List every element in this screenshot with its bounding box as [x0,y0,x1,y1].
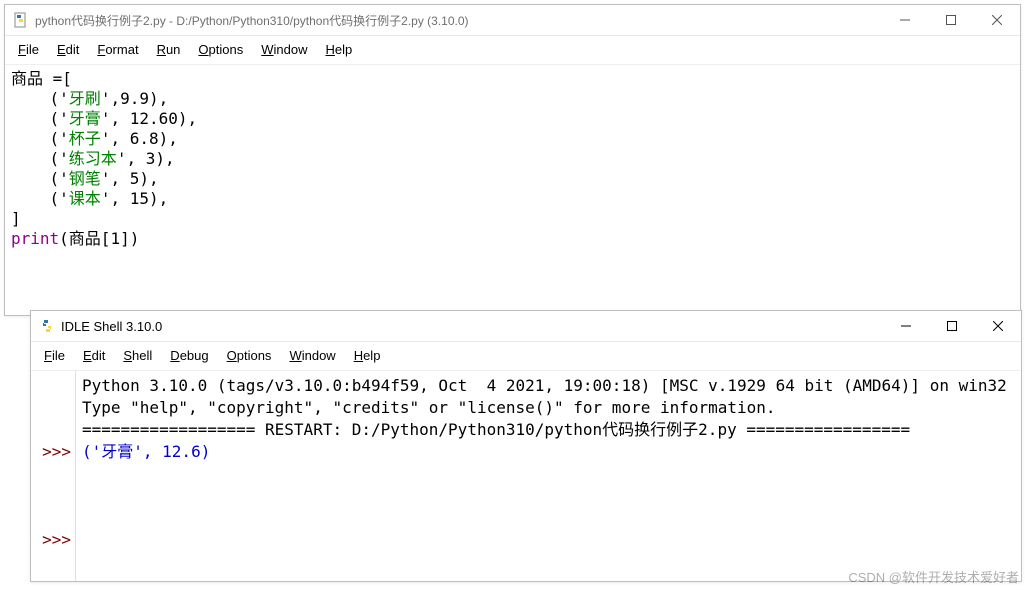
window-controls [882,5,1020,35]
menu-file[interactable]: File [35,346,74,365]
code-line: print(商品[1]) [11,229,139,248]
minimize-button[interactable] [882,5,928,35]
menu-shell[interactable]: Shell [114,346,161,365]
menu-window[interactable]: Window [280,346,344,365]
shell-text[interactable]: Python 3.10.0 (tags/v3.10.0:b494f59, Oct… [76,371,1021,581]
menu-options[interactable]: Options [218,346,281,365]
code-line: ('课本', 15), [11,189,168,208]
result-line: ('牙膏', 12.6) [82,442,210,461]
close-button[interactable] [975,311,1021,341]
editor-titlebar[interactable]: python代码换行例子2.py - D:/Python/Python310/p… [5,5,1020,36]
menu-edit[interactable]: Edit [74,346,114,365]
maximize-button[interactable] [929,311,975,341]
python-file-icon [13,12,29,28]
watermark: CSDN @软件开发技术爱好者 [848,567,1019,586]
code-line: 商品 =[ [11,69,72,88]
editor-menubar: File Edit Format Run Options Window Help [5,36,1020,65]
menu-options[interactable]: Options [189,40,252,59]
menu-help[interactable]: Help [345,346,390,365]
editor-window: python代码换行例子2.py - D:/Python/Python310/p… [4,4,1021,316]
maximize-button[interactable] [928,5,974,35]
minimize-button[interactable] [883,311,929,341]
code-line: ('练习本', 3), [11,149,175,168]
code-line: ('钢笔', 5), [11,169,159,188]
menu-format[interactable]: Format [88,40,147,59]
shell-window: IDLE Shell 3.10.0 File Edit Shell Debug … [30,310,1022,582]
shell-titlebar[interactable]: IDLE Shell 3.10.0 [31,311,1021,342]
menu-run[interactable]: Run [148,40,190,59]
menu-help[interactable]: Help [317,40,362,59]
code-line: ('牙膏', 12.60), [11,109,197,128]
restart-line: ================== RESTART: D:/Python/Py… [82,420,910,439]
shell-output[interactable]: >>> >>> Python 3.10.0 (tags/v3.10.0:b494… [31,371,1021,581]
editor-title: python代码换行例子2.py - D:/Python/Python310/p… [35,12,882,29]
menu-debug[interactable]: Debug [161,346,217,365]
menu-file[interactable]: File [9,40,48,59]
code-editor[interactable]: 商品 =[ ('牙刷',9.9), ('牙膏', 12.60), ('杯子', … [5,65,1020,315]
code-line: ('杯子', 6.8), [11,129,178,148]
python-icon [39,318,55,334]
menu-window[interactable]: Window [252,40,316,59]
code-line: ] [11,209,21,228]
banner-line: Type "help", "copyright", "credits" or "… [82,398,776,417]
prompt-gutter: >>> >>> [31,371,76,581]
menu-edit[interactable]: Edit [48,40,88,59]
close-button[interactable] [974,5,1020,35]
shell-title: IDLE Shell 3.10.0 [61,319,883,334]
prompt: >>> [31,529,71,551]
prompt: >>> [31,441,71,463]
window-controls [883,311,1021,341]
code-line: ('牙刷',9.9), [11,89,168,108]
shell-menubar: File Edit Shell Debug Options Window Hel… [31,342,1021,371]
banner-line: Python 3.10.0 (tags/v3.10.0:b494f59, Oct… [82,376,1007,395]
